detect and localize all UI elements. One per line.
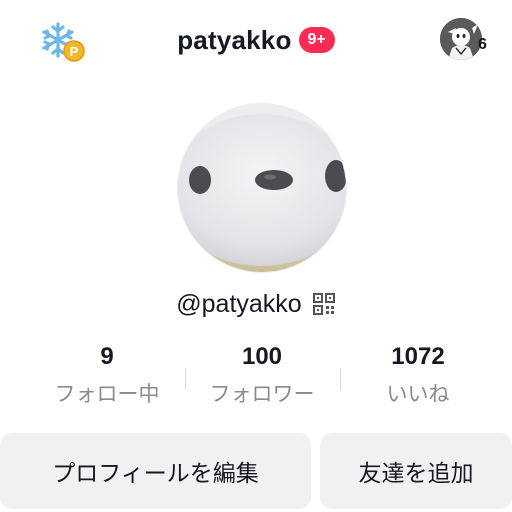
- stat-following[interactable]: 9 フォロー中: [27, 340, 187, 414]
- snowflake-coin-icon[interactable]: P: [38, 20, 86, 64]
- following-label: フォロー中: [54, 382, 160, 406]
- followers-label: フォロワー: [209, 382, 315, 406]
- qr-code-icon[interactable]: [312, 292, 336, 316]
- stat-likes[interactable]: 1072 いいね: [338, 340, 498, 414]
- svg-text:P: P: [70, 44, 79, 59]
- top-bar: P patyakko 9+ 6: [0, 0, 512, 82]
- stat-followers[interactable]: 100 フォロワー: [182, 340, 342, 414]
- visitors-count: 6: [478, 36, 487, 53]
- following-count: 9: [100, 343, 114, 370]
- likes-count: 1072: [391, 343, 445, 370]
- profile-username-title[interactable]: patyakko: [177, 25, 291, 56]
- followers-count: 100: [241, 343, 283, 370]
- profile-handle: @patyakko: [176, 289, 302, 318]
- profile-stats: 9 フォロー中 100 フォロワー 1072 いいね: [0, 340, 512, 420]
- likes-label: いいね: [386, 382, 450, 406]
- profile-avatar[interactable]: [178, 104, 346, 272]
- profile-visitors-button[interactable]: 6: [440, 18, 496, 62]
- notification-badge[interactable]: 9+: [298, 27, 335, 53]
- visitor-avatar: [440, 18, 482, 60]
- add-friends-button[interactable]: 友達を追加: [320, 433, 512, 509]
- edit-profile-button[interactable]: プロフィールを編集: [0, 433, 311, 509]
